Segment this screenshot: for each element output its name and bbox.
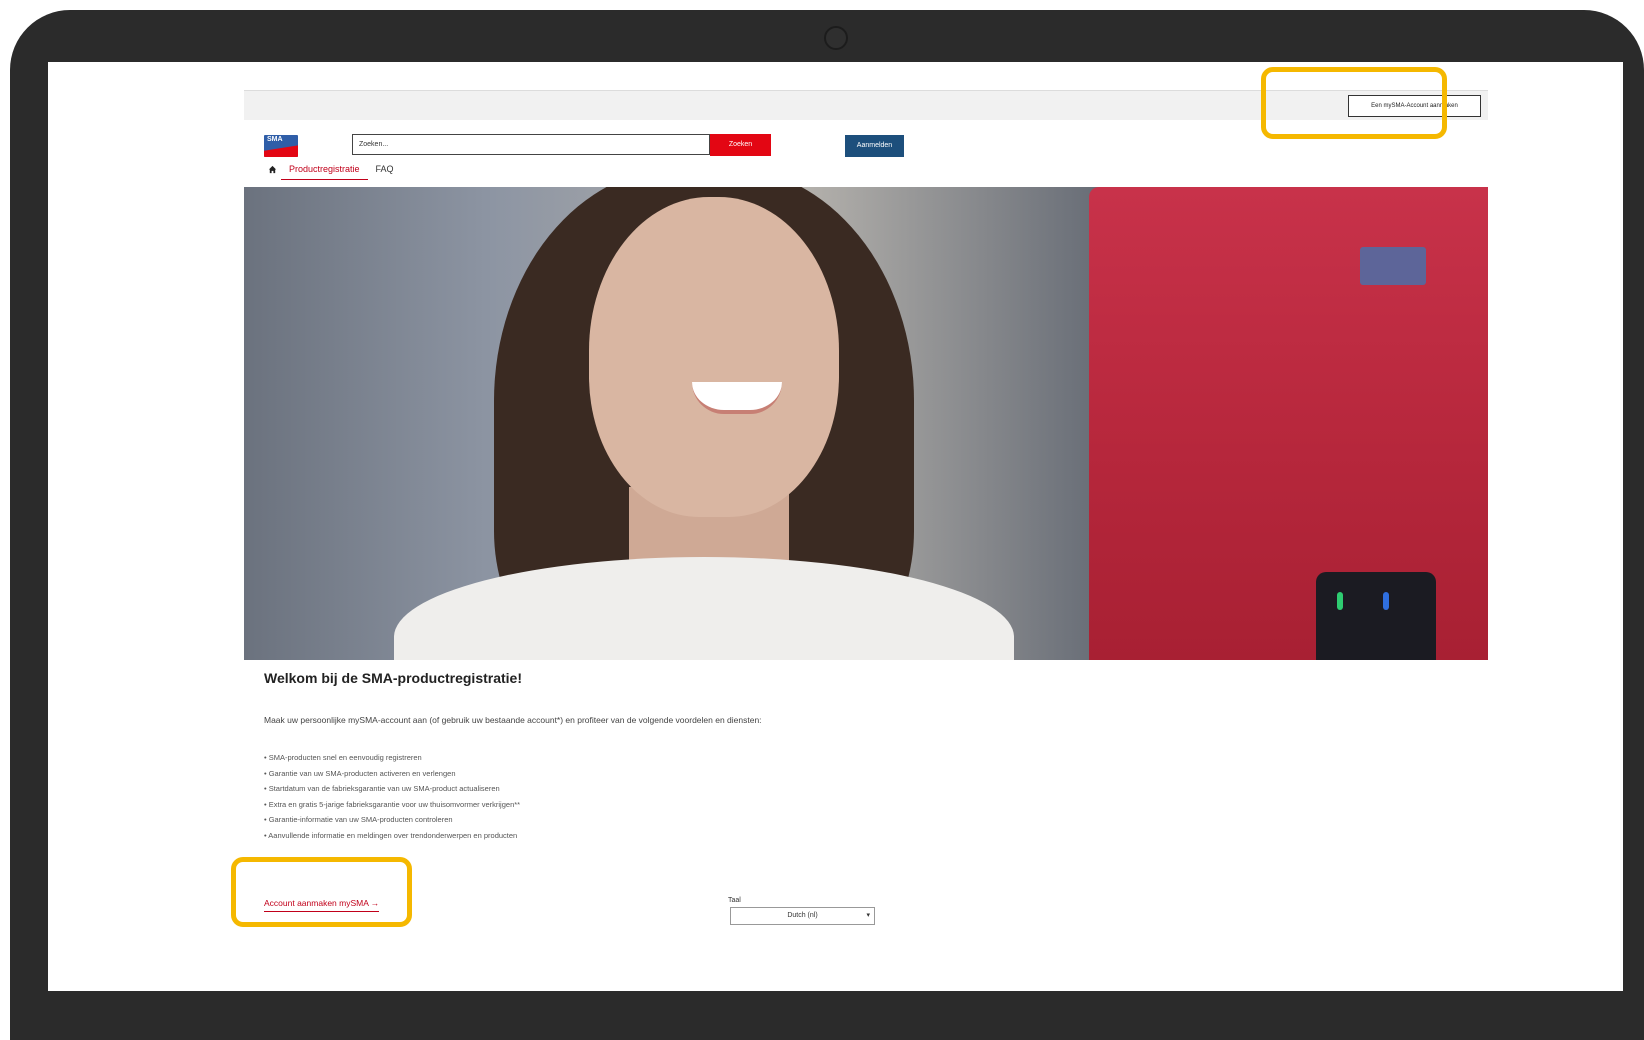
browser-screen: Een mySMA-Account aanmaken SMA Zoeken...… (48, 62, 1623, 991)
led-green (1337, 592, 1343, 610)
tab-faq[interactable]: FAQ (368, 159, 402, 179)
hero-image (244, 187, 1488, 660)
logo-swoosh (264, 144, 298, 157)
inverter-logo (1360, 247, 1426, 285)
led-blue (1383, 592, 1389, 610)
login-button[interactable]: Aanmelden (845, 135, 904, 157)
sma-logo[interactable]: SMA (264, 135, 298, 157)
list-item: SMA-producten snel en eenvoudig registre… (264, 750, 520, 766)
highlight-account-link (231, 857, 412, 927)
language-selected: Dutch (nl) (787, 912, 818, 919)
list-item: Startdatum van de fabrieksgarantie van u… (264, 781, 520, 797)
language-select[interactable]: Dutch (nl) ▾ (730, 907, 875, 925)
list-item: Extra en gratis 5-jarige fabrieksgaranti… (264, 797, 520, 813)
hero-shirt (394, 557, 1014, 660)
camera-icon (824, 26, 848, 50)
list-item: Garantie van uw SMA-producten activeren … (264, 766, 520, 782)
search-input[interactable]: Zoeken... (352, 134, 710, 155)
chevron-down-icon: ▾ (866, 912, 870, 919)
page-title: Welkom bij de SMA-productregistratie! (264, 670, 522, 686)
language-label: Taal (728, 897, 741, 904)
list-item: Aanvullende informatie en meldingen over… (264, 828, 520, 844)
tab-productregistratie[interactable]: Productregistratie (281, 159, 368, 180)
intro-text: Maak uw persoonlijke mySMA-account aan (… (264, 715, 762, 725)
hero-face (589, 197, 839, 517)
home-icon[interactable] (263, 161, 281, 177)
main-nav: Productregistratie FAQ (263, 159, 402, 180)
search-button[interactable]: Zoeken (710, 134, 771, 156)
logo-text: SMA (267, 136, 283, 143)
inverter-panel (1316, 572, 1436, 660)
list-item: Garantie-informatie van uw SMA-producten… (264, 812, 520, 828)
highlight-create-account (1261, 67, 1447, 139)
benefits-list: SMA-producten snel en eenvoudig registre… (264, 750, 520, 843)
